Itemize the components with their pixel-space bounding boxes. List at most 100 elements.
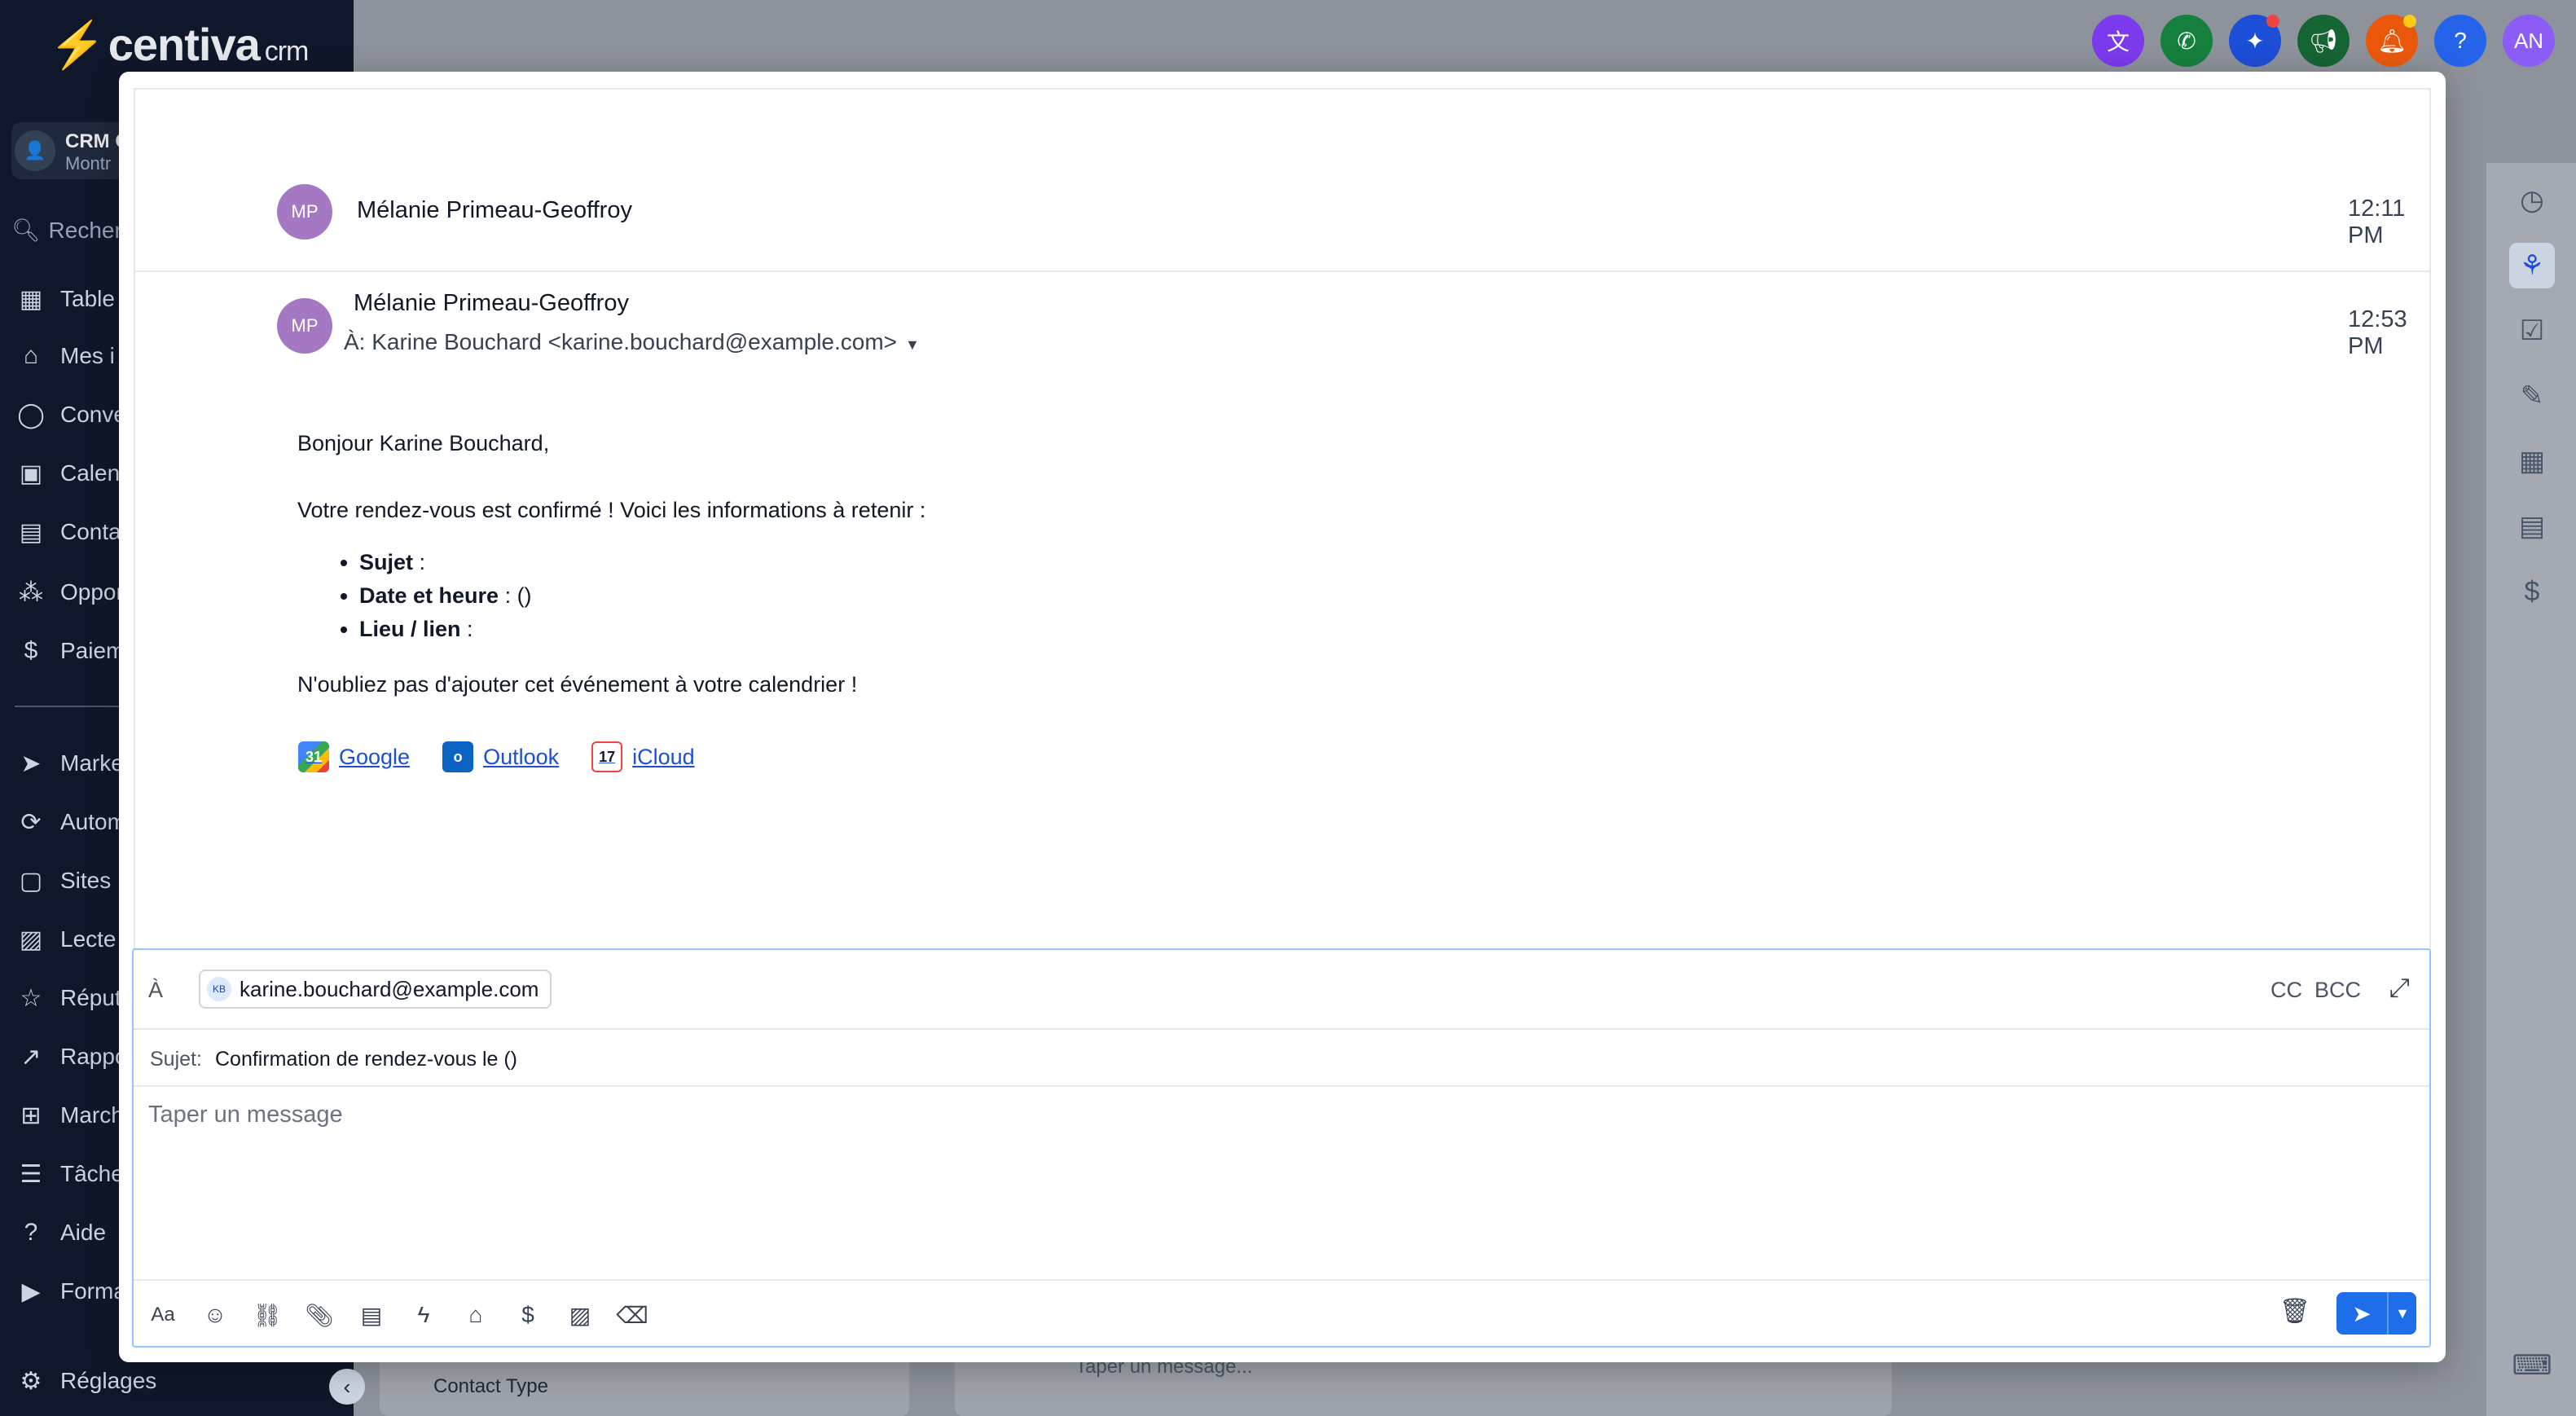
sidebar-item-payments[interactable]: $ Paiem	[15, 631, 125, 671]
send-icon[interactable]: ➤	[2336, 1292, 2389, 1335]
bcc-button[interactable]: BCC	[2314, 978, 2361, 1003]
keyboard-icon[interactable]: ⌨	[2509, 1343, 2555, 1388]
sidebar-item-label: Table	[60, 286, 115, 311]
avatar-initials: MP	[291, 201, 319, 222]
sidebar-item-label: Autom	[60, 809, 126, 834]
topbar-actions: 文 ✆ ✦ 📢︎ 🔔︎ ? AN	[2092, 15, 2555, 67]
lightning-icon[interactable]: ϟ	[406, 1297, 442, 1333]
to-label: À	[148, 978, 164, 1002]
message-time: 12:11 PM	[2348, 196, 2406, 248]
account-icon: 👤	[15, 130, 55, 171]
sender-avatar: MP	[277, 298, 332, 354]
notification-dot	[2403, 15, 2416, 28]
template-icon[interactable]: ▤	[354, 1297, 389, 1333]
google-calendar-link[interactable]: 31 Google	[298, 741, 410, 772]
recipient-avatar: KB	[207, 977, 231, 1001]
sidebar-item-tasks[interactable]: ☰ Tâche	[15, 1154, 124, 1194]
workflow-icon[interactable]: ⚘	[2509, 243, 2555, 288]
recipient-text: À: Karine Bouchard <karine.bouchard@exam…	[344, 329, 898, 354]
subject-row[interactable]: Sujet: Confirmation de rendez-vous le ()	[134, 1031, 2429, 1087]
sparkle-icon: ✦	[2245, 28, 2265, 54]
calendar-links: 31 Google o Outlook 17 iCloud	[298, 741, 728, 772]
emoji-icon[interactable]: ☺	[197, 1297, 233, 1333]
detail-value: : ()	[499, 583, 532, 608]
history-icon[interactable]: ◷	[2509, 178, 2555, 223]
automation-icon: ⟳	[20, 808, 42, 836]
sidebar-item-conversations[interactable]: ◯ Conve	[15, 394, 126, 435]
sidebar-item-reports[interactable]: ↗ Rappo	[15, 1036, 127, 1077]
notification-dot	[2266, 15, 2279, 28]
subject-label: Sujet:	[150, 1048, 202, 1071]
recipient-chip[interactable]: KB karine.bouchard@example.com	[199, 970, 552, 1009]
ai-assistant-button[interactable]: ✦	[2229, 15, 2281, 67]
link-label: Google	[339, 744, 411, 769]
sidebar-search[interactable]: 🔍︎ Recherc	[11, 217, 134, 244]
document-icon[interactable]: ▤	[2509, 504, 2555, 549]
cc-button[interactable]: CC	[2270, 978, 2302, 1003]
email-reminder: N'oubliez pas d'ajouter cet événement à …	[297, 672, 858, 697]
media-icon: ▨	[19, 926, 43, 953]
clear-format-icon[interactable]: ⌫	[614, 1297, 650, 1333]
user-avatar[interactable]: AN	[2503, 15, 2555, 67]
outlook-calendar-link[interactable]: o Outlook	[442, 741, 559, 772]
sidebar-item-label: Sites	[60, 868, 112, 893]
phone-button[interactable]: ✆	[2161, 15, 2213, 67]
trash-icon[interactable]: 🗑︎	[2279, 1297, 2310, 1326]
collapsed-message[interactable]: MP Mélanie Primeau-Geoffroy 12:11 PM ↰ ⋮	[135, 90, 2429, 272]
recipient-line[interactable]: À: Karine Bouchard <karine.bouchard@exam…	[344, 329, 920, 355]
sidebar-item-label: Mes i	[60, 343, 115, 368]
calendar-icon[interactable]: ▦	[2509, 438, 2555, 484]
star-icon: ☆	[20, 984, 42, 1012]
sidebar-collapse-button[interactable]: ‹	[329, 1369, 365, 1405]
sidebar-item-label: Conta	[60, 519, 121, 544]
user-initials: AN	[2513, 28, 2544, 53]
sidebar-item-contacts[interactable]: ▤ Conta	[15, 512, 121, 552]
chat-icon: ◯	[17, 401, 45, 429]
subject-value[interactable]: Confirmation de rendez-vous le ()	[215, 1048, 517, 1071]
expand-icon[interactable]: ⤢	[2389, 973, 2410, 1004]
send-button[interactable]: ➤ ▼	[2336, 1292, 2416, 1335]
task-icon[interactable]: ☑	[2509, 308, 2555, 354]
notifications-button[interactable]: 🔔︎	[2366, 15, 2418, 67]
pencil-icon[interactable]: ✎	[2509, 373, 2555, 419]
sidebar-item-dashboard[interactable]: ▦ Table	[15, 279, 115, 319]
announcements-button[interactable]: 📢︎	[2297, 15, 2350, 67]
sidebar-item-opportunities[interactable]: ⁂ Oppor	[15, 572, 124, 613]
contacts-icon: ▤	[19, 518, 43, 546]
icloud-calendar-link[interactable]: 17 iCloud	[591, 741, 695, 772]
sidebar-item-help[interactable]: ? Aide	[15, 1212, 106, 1253]
attachment-icon[interactable]: 📎︎	[301, 1297, 337, 1333]
help-button[interactable]: ?	[2434, 15, 2486, 67]
sidebar-item-calendar[interactable]: ▣ Calen	[15, 453, 120, 494]
sidebar-item-training[interactable]: ▶ Forma	[15, 1271, 125, 1312]
text-format-icon[interactable]: Aa	[145, 1297, 181, 1333]
detail-value: :	[413, 550, 426, 574]
icloud-calendar-icon: 17	[591, 741, 623, 772]
sidebar-item-reputation[interactable]: ☆ Réput	[15, 978, 121, 1018]
sidebar-item-automation[interactable]: ⟳ Autom	[15, 802, 126, 842]
tag-icon[interactable]: ⌂	[458, 1297, 494, 1333]
sidebar-item-marketing[interactable]: ➤ Marke	[15, 743, 123, 784]
image-icon[interactable]: ▨	[562, 1297, 598, 1333]
brand-name: centiva	[108, 19, 261, 70]
question-icon: ?	[2454, 28, 2467, 53]
sidebar-item-home[interactable]: ⌂ Mes i	[15, 336, 115, 376]
translate-button[interactable]: 文	[2092, 15, 2144, 67]
bell-icon: 🔔︎	[2377, 28, 2407, 54]
account-location: Montr	[65, 153, 112, 174]
message-input[interactable]	[148, 1102, 2397, 1232]
home-icon: ⌂	[23, 342, 39, 369]
dollar-icon[interactable]: $	[2509, 569, 2555, 614]
sidebar-item-label: Aide	[60, 1220, 107, 1245]
chevron-down-icon[interactable]: ▼	[2389, 1292, 2416, 1335]
sidebar-item-marketplace[interactable]: ⊞ March	[15, 1095, 123, 1136]
dollar-icon[interactable]: $	[510, 1297, 546, 1333]
link-icon[interactable]: ⛓	[249, 1297, 285, 1333]
gear-icon: ⚙	[20, 1367, 42, 1395]
sidebar-item-settings[interactable]: ⚙ Réglages	[15, 1361, 157, 1401]
sidebar-item-label: Oppor	[60, 579, 124, 605]
sidebar-item-sites[interactable]: ▢ Sites	[15, 860, 111, 901]
sidebar-item-media[interactable]: ▨ Lecte	[15, 919, 116, 960]
reply-composer: À KB karine.bouchard@example.com CC BCC …	[132, 948, 2431, 1348]
sidebar-item-label: Conve	[60, 402, 126, 427]
